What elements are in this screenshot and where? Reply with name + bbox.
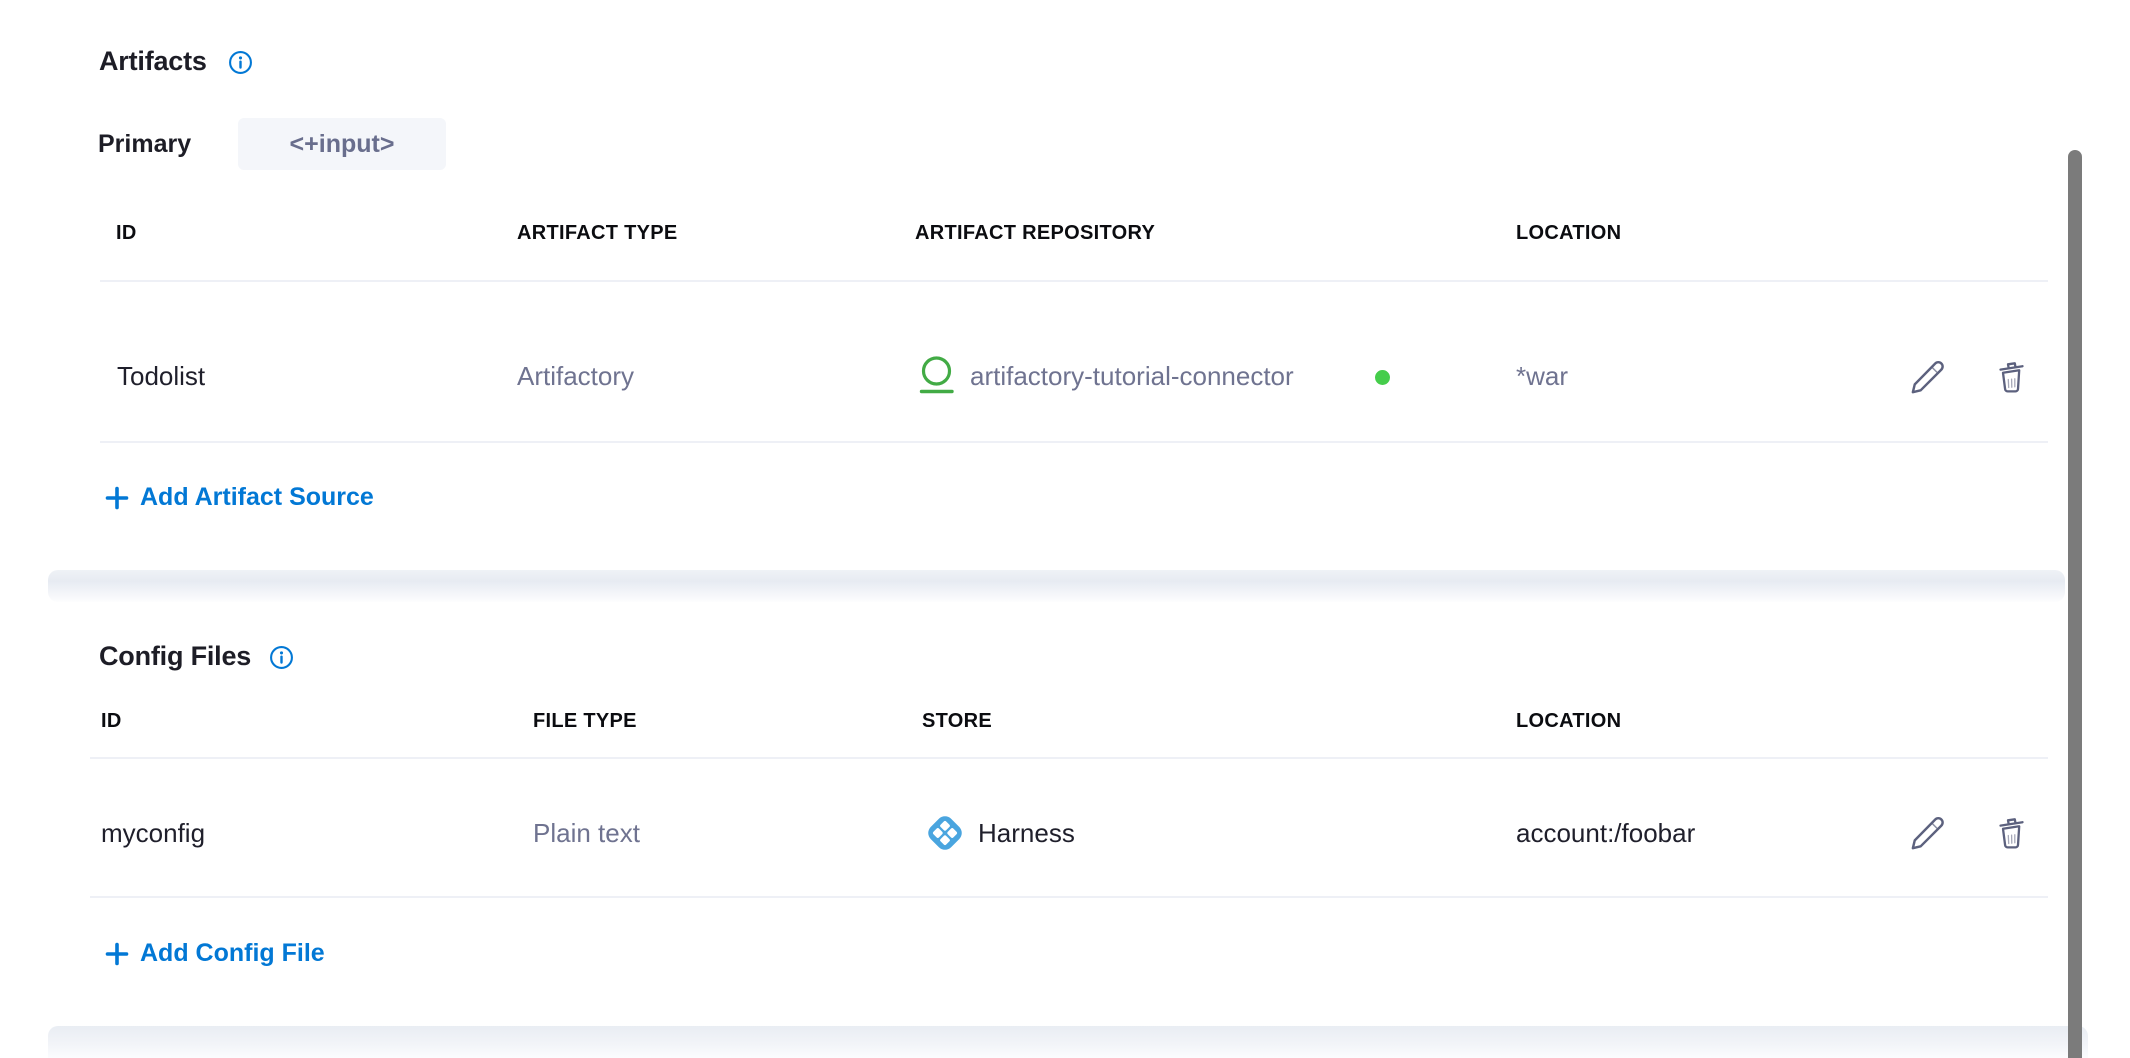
artifact-id-cell: Todolist (117, 361, 205, 392)
artifacts-row-divider (100, 441, 2048, 443)
card-bottom-shadow (48, 1026, 2088, 1058)
add-config-file-button[interactable]: Add Config File (104, 939, 325, 968)
artifacts-col-repository: ARTIFACT REPOSITORY (915, 222, 1155, 245)
config-filetype-cell: Plain text (533, 818, 640, 849)
config-col-store: STORE (922, 710, 992, 733)
artifactory-connector-icon (919, 354, 955, 396)
config-col-location: LOCATION (1516, 710, 1621, 733)
artifacts-section-title: Artifacts (99, 46, 207, 77)
config-id-cell: myconfig (101, 818, 205, 849)
config-col-filetype: FILE TYPE (533, 710, 637, 733)
artifacts-col-id: ID (116, 222, 137, 245)
edit-artifact-button[interactable] (1908, 358, 1946, 396)
pencil-icon (1908, 358, 1946, 396)
artifacts-col-location: LOCATION (1516, 222, 1621, 245)
plus-icon (104, 941, 130, 967)
add-artifact-source-label: Add Artifact Source (140, 483, 374, 512)
config-location-cell: account:/foobar (1516, 818, 1695, 849)
artifacts-info-icon[interactable] (228, 50, 253, 75)
primary-artifact-label: Primary (98, 130, 191, 159)
plus-icon (104, 485, 130, 511)
artifacts-col-type: ARTIFACT TYPE (517, 222, 678, 245)
pencil-icon (1908, 814, 1946, 852)
artifact-location-cell: *war (1516, 361, 1568, 392)
config-store-cell: Harness (978, 818, 1075, 849)
delete-config-file-button[interactable] (1992, 815, 2030, 853)
vertical-scrollbar[interactable] (2068, 150, 2082, 1058)
add-config-file-label: Add Config File (140, 939, 325, 968)
service-config-panel: Artifacts Primary <+input> ID ARTIFACT T… (0, 0, 2130, 1058)
section-gap (48, 570, 2065, 602)
edit-config-file-button[interactable] (1908, 814, 1946, 852)
delete-artifact-button[interactable] (1992, 359, 2030, 397)
trash-icon (1993, 815, 2029, 851)
config-col-id: ID (101, 710, 122, 733)
artifact-type-cell: Artifactory (517, 361, 634, 392)
artifacts-header-divider (100, 280, 2048, 282)
artifacts-section: Artifacts Primary <+input> ID ARTIFACT T… (48, 0, 2065, 571)
connector-status-dot (1375, 370, 1390, 385)
config-header-divider (90, 757, 2048, 759)
primary-artifact-runtime-input[interactable]: <+input> (238, 118, 446, 170)
harness-store-icon (922, 810, 968, 856)
trash-icon (1993, 359, 2029, 395)
config-files-info-icon[interactable] (269, 645, 294, 670)
add-artifact-source-button[interactable]: Add Artifact Source (104, 483, 374, 512)
artifact-repository-cell: artifactory-tutorial-connector (970, 361, 1294, 392)
config-files-section-title: Config Files (99, 641, 251, 672)
config-files-section: Config Files ID FILE TYPE STORE LOCATION… (48, 602, 2065, 1026)
config-row-divider (90, 896, 2048, 898)
